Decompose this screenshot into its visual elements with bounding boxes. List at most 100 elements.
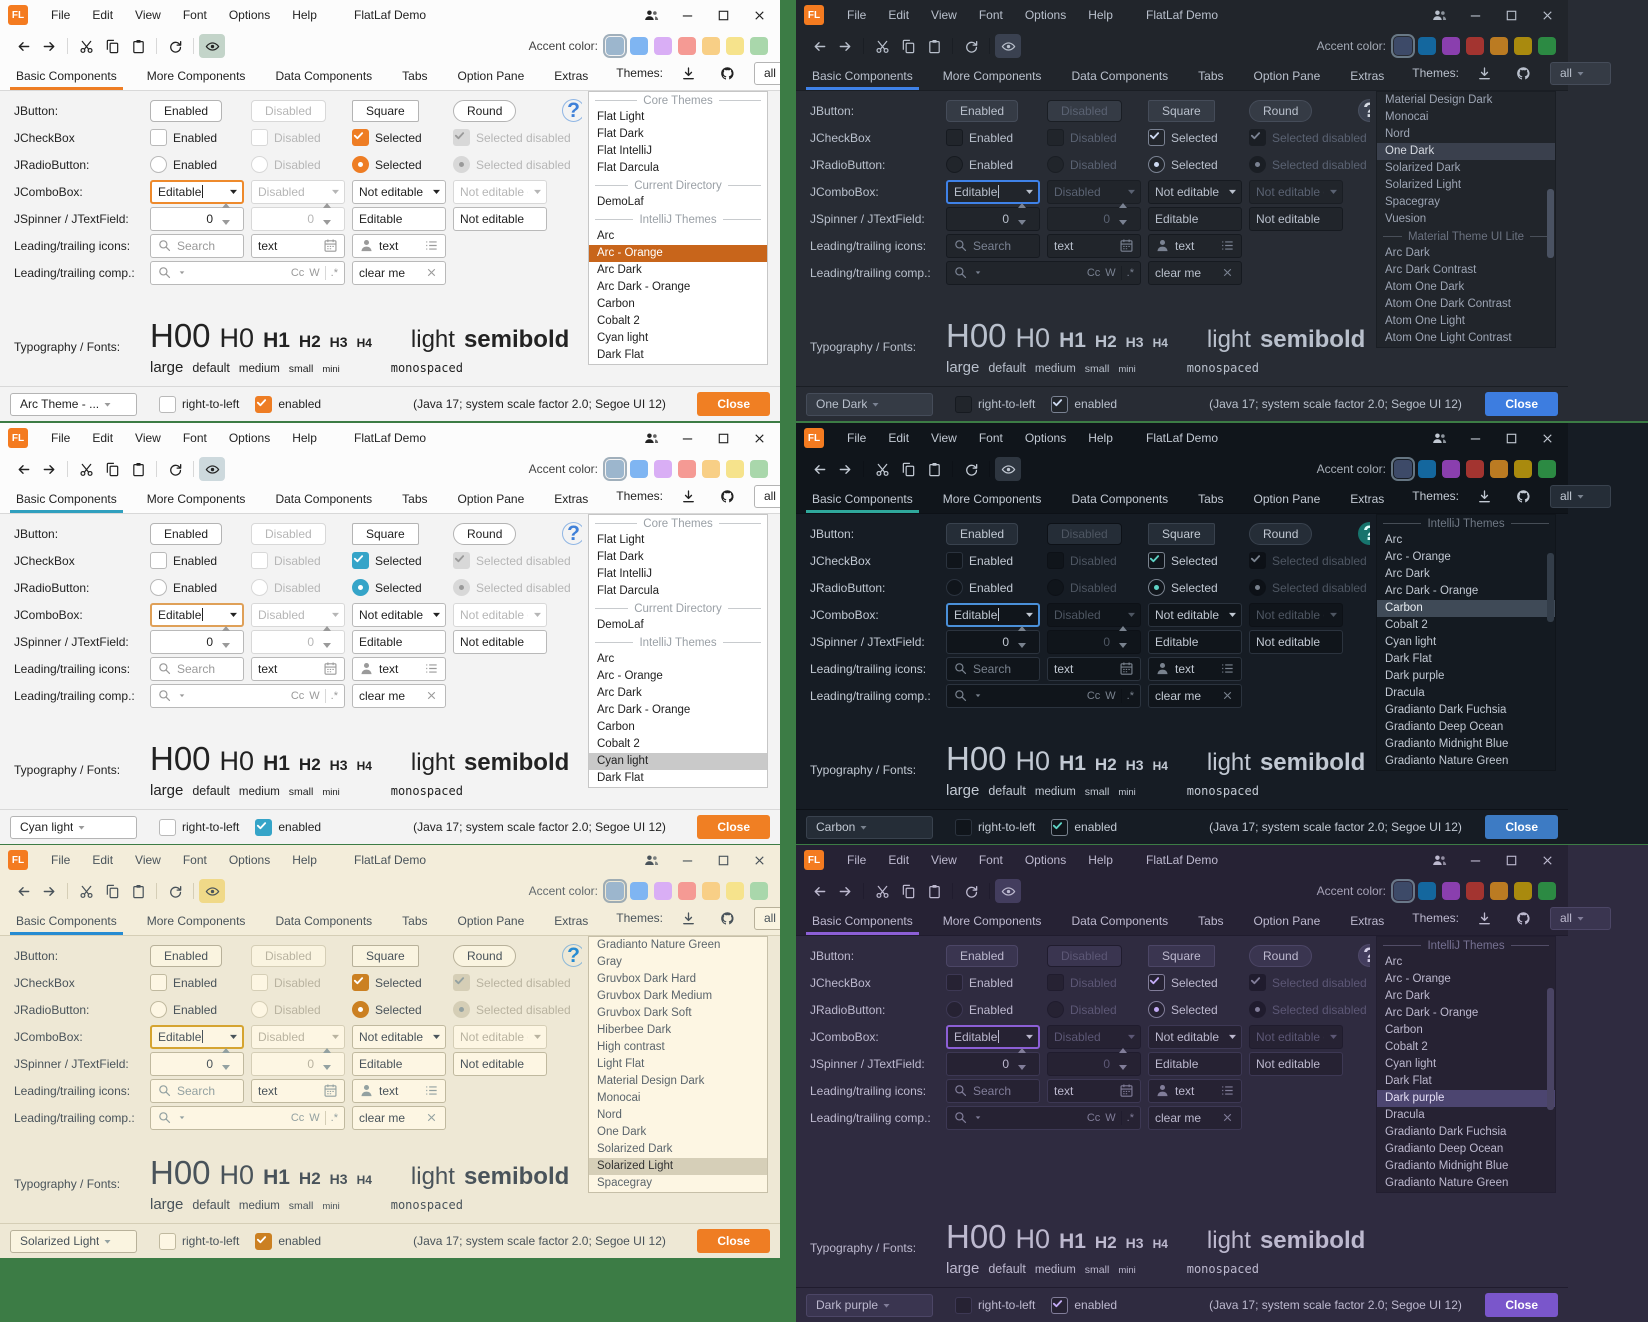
menu-view[interactable]: View: [920, 0, 968, 30]
tab-basic-components[interactable]: Basic Components: [810, 492, 915, 513]
textfield[interactable]: Not editable: [453, 1052, 547, 1076]
menu-options[interactable]: Options: [1014, 845, 1077, 875]
menu-edit[interactable]: Edit: [877, 423, 920, 453]
radio-enabled[interactable]: Enabled: [150, 156, 217, 173]
textfield[interactable]: Not editable: [1249, 1052, 1343, 1076]
tab-data-components[interactable]: Data Components: [1069, 492, 1170, 513]
help-button[interactable]: ?: [562, 944, 582, 967]
regex-button[interactable]: .*: [1127, 1112, 1134, 1124]
users-button[interactable]: [1424, 848, 1454, 872]
minimize-button[interactable]: [1460, 426, 1490, 450]
radio-selected-disabled[interactable]: Selected disabled: [1249, 579, 1367, 596]
theme-combobox[interactable]: Solarized Light: [10, 1230, 137, 1253]
theme-list-item[interactable]: Carbon: [1377, 600, 1555, 617]
tab-basic-components[interactable]: Basic Components: [14, 492, 119, 513]
checkbox-selected-disabled[interactable]: Selected disabled: [453, 129, 571, 146]
spinner-field[interactable]: 0: [946, 207, 1040, 231]
search-field[interactable]: Search: [946, 234, 1040, 258]
radio-selected[interactable]: Selected: [352, 156, 422, 173]
cut-button[interactable]: [73, 879, 99, 903]
accent-swatch-5[interactable]: [1490, 37, 1508, 55]
download-button[interactable]: [1472, 484, 1498, 508]
enabled-checkbox[interactable]: enabled: [1051, 396, 1117, 413]
theme-list-item[interactable]: Arc - Orange: [1377, 549, 1555, 566]
clear-me-field[interactable]: clear me: [1148, 684, 1242, 708]
tab-tabs[interactable]: Tabs: [400, 69, 429, 90]
menu-view[interactable]: View: [124, 845, 172, 875]
paste-button[interactable]: [921, 879, 947, 903]
accent-swatch-3[interactable]: [654, 882, 672, 900]
textfield[interactable]: Editable: [352, 1052, 446, 1076]
regex-button[interactable]: .*: [331, 267, 338, 279]
theme-list-item[interactable]: Nord: [589, 1107, 767, 1124]
close-button[interactable]: Close: [697, 392, 770, 416]
spinner-field[interactable]: 0: [1047, 630, 1141, 654]
cut-button[interactable]: [869, 457, 895, 481]
accent-swatch-2[interactable]: [1418, 460, 1436, 478]
theme-list-item[interactable]: Arc Dark: [1377, 566, 1555, 583]
tab-extras[interactable]: Extras: [552, 492, 590, 513]
accent-swatch-4[interactable]: [678, 460, 696, 478]
theme-list-item[interactable]: Arc: [589, 228, 767, 245]
spinner-buttons[interactable]: [323, 203, 338, 235]
theme-list-item[interactable]: Gradianto Deep Ocean: [1377, 719, 1555, 736]
radio-disabled[interactable]: Disabled: [251, 1001, 321, 1018]
theme-list-item[interactable]: Cobalt 2: [1377, 1039, 1555, 1056]
copy-button[interactable]: [895, 457, 921, 481]
accent-swatch-2[interactable]: [1418, 37, 1436, 55]
spinner-buttons[interactable]: [222, 626, 237, 658]
theme-list-item[interactable]: Cobalt 2: [589, 313, 767, 330]
themes-filter-combobox[interactable]: all: [1550, 62, 1611, 85]
textfield[interactable]: Editable: [352, 630, 446, 654]
theme-combobox[interactable]: Dark purple: [806, 1294, 933, 1317]
checkbox-enabled[interactable]: Enabled: [150, 129, 217, 146]
checkbox-enabled[interactable]: Enabled: [946, 974, 1013, 991]
menu-edit[interactable]: Edit: [81, 845, 124, 875]
help-button[interactable]: ?: [562, 522, 582, 545]
accent-swatch-2[interactable]: [1418, 882, 1436, 900]
back-button[interactable]: [10, 457, 36, 481]
radio-selected[interactable]: Selected: [1148, 579, 1218, 596]
accent-swatch-5[interactable]: [702, 882, 720, 900]
square-button[interactable]: Square: [352, 100, 419, 122]
search-options-field[interactable]: CcW.*: [150, 261, 345, 285]
round-button[interactable]: Round: [1249, 945, 1312, 967]
textfield[interactable]: Not editable: [453, 207, 547, 231]
textfield[interactable]: Editable: [1148, 630, 1242, 654]
theme-list-item[interactable]: Gray: [589, 954, 767, 971]
radio-disabled[interactable]: Disabled: [1047, 579, 1117, 596]
minimize-button[interactable]: [672, 3, 702, 27]
theme-list-item[interactable]: High contrast: [589, 1039, 767, 1056]
menu-options[interactable]: Options: [218, 423, 281, 453]
whole-words-button[interactable]: W: [309, 1112, 319, 1124]
tab-data-components[interactable]: Data Components: [1069, 69, 1170, 90]
help-button[interactable]: ?: [562, 99, 582, 122]
round-button[interactable]: Round: [453, 945, 516, 967]
textfield[interactable]: Not editable: [453, 630, 547, 654]
checkbox-selected[interactable]: Selected: [1148, 129, 1218, 146]
users-button[interactable]: [1424, 426, 1454, 450]
tab-option-pane[interactable]: Option Pane: [1252, 914, 1323, 935]
menu-options[interactable]: Options: [218, 0, 281, 30]
tab-tabs[interactable]: Tabs: [1196, 69, 1225, 90]
radio-selected[interactable]: Selected: [352, 1001, 422, 1018]
square-button[interactable]: Square: [1148, 523, 1215, 545]
person-field[interactable]: text: [1148, 1079, 1242, 1103]
themes-filter-combobox[interactable]: all: [1550, 907, 1611, 930]
spinner-buttons[interactable]: [1119, 203, 1134, 235]
themes-filter-combobox[interactable]: all: [1550, 485, 1611, 508]
refresh-button[interactable]: [958, 879, 984, 903]
help-button[interactable]: ?: [1358, 99, 1370, 122]
theme-list-item[interactable]: One Dark: [589, 1124, 767, 1141]
theme-list-item[interactable]: Arc Dark - Orange: [1377, 583, 1555, 600]
radio-selected-disabled[interactable]: Selected disabled: [453, 1001, 571, 1018]
github-button[interactable]: [1511, 906, 1537, 930]
tab-option-pane[interactable]: Option Pane: [456, 492, 527, 513]
maximize-button[interactable]: [1496, 848, 1526, 872]
scrollbar-thumb[interactable]: [1547, 553, 1554, 622]
menu-view[interactable]: View: [124, 423, 172, 453]
calendar-field[interactable]: text: [251, 657, 345, 681]
theme-combobox[interactable]: Cyan light: [10, 816, 137, 839]
disabled-combobox[interactable]: Disabled: [1047, 603, 1141, 627]
github-button[interactable]: [1511, 484, 1537, 508]
